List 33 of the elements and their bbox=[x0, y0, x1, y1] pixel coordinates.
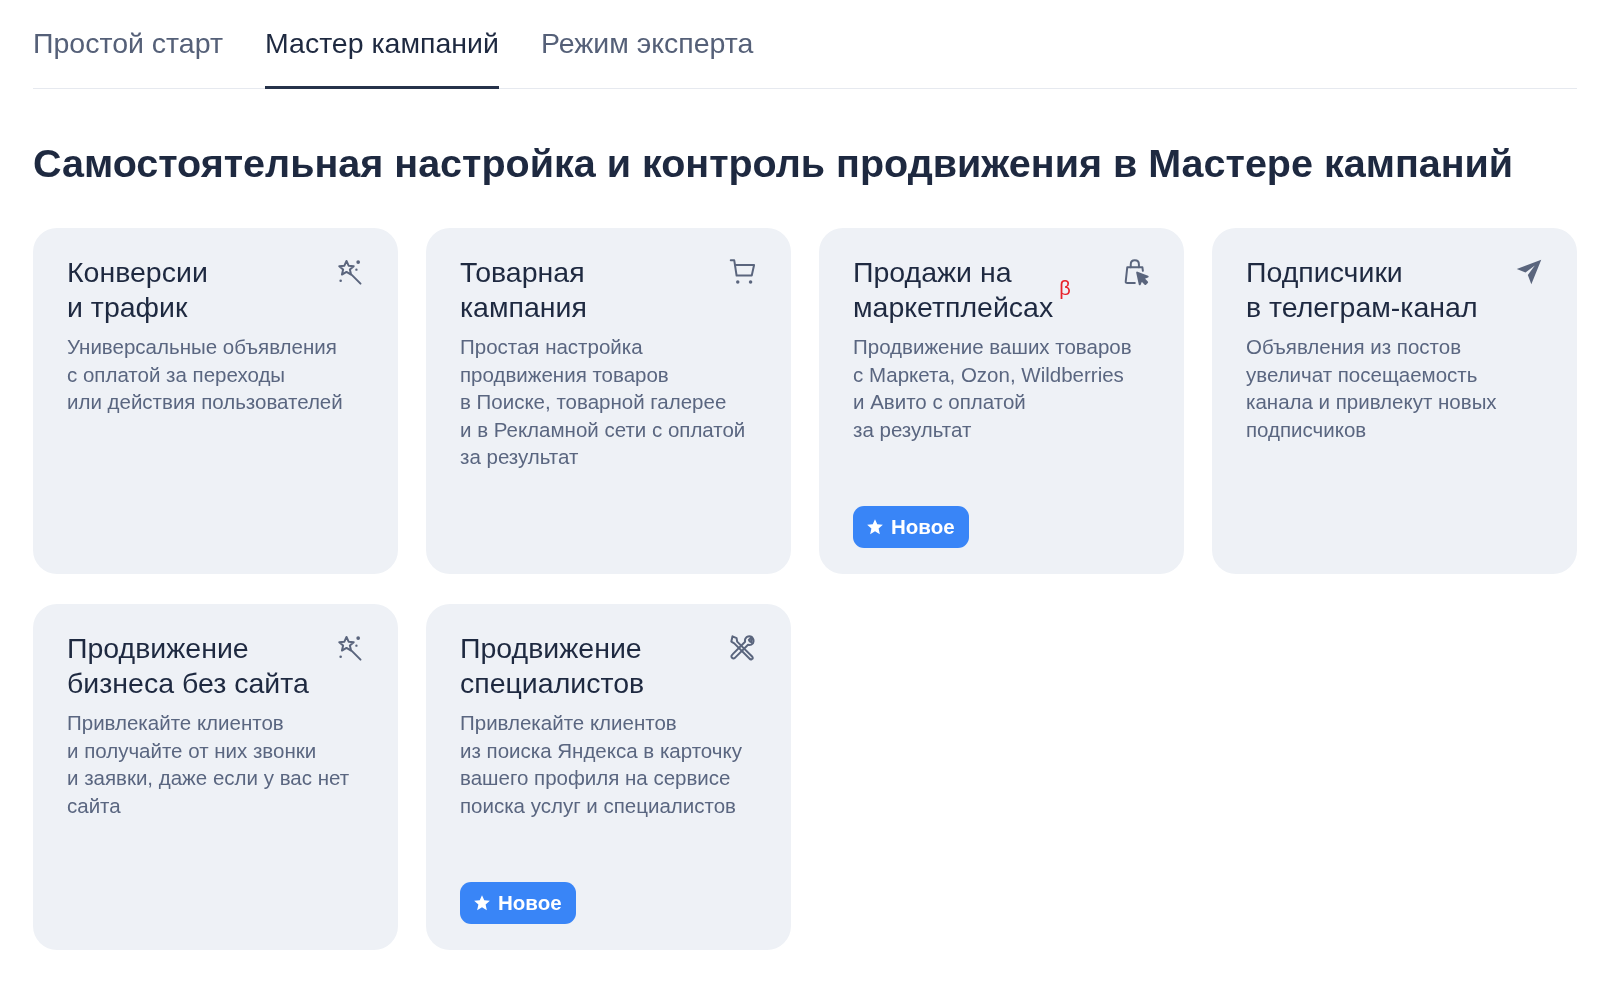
star-icon bbox=[473, 894, 491, 912]
paper-plane-icon bbox=[1515, 258, 1543, 286]
beta-label: β bbox=[1059, 277, 1071, 299]
tab[interactable]: Режим эксперта bbox=[540, 26, 754, 89]
new-badge: Новое bbox=[460, 882, 576, 924]
card-description: Продвижение ваших товаров с Маркета, Ozon, Wildberries и Авито с оплатой за результат bbox=[853, 334, 1133, 443]
shopping-bag-cursor-icon bbox=[1122, 258, 1150, 286]
campaign-card[interactable]: Конверсии и трафик Универсальные объявления с оплатой за переходы или действия пользователей bbox=[33, 228, 398, 574]
tab[interactable]: Простой старт bbox=[33, 26, 223, 89]
card-title: Продвижение бизнеса без сайта bbox=[67, 632, 309, 699]
magic-wand-icon bbox=[336, 258, 364, 286]
shopping-cart-icon bbox=[729, 258, 757, 286]
star-icon bbox=[866, 518, 884, 536]
card-title: Конверсии и трафик bbox=[67, 256, 208, 323]
card-title: Продажи на маркетплейсах bbox=[853, 256, 1054, 323]
card-description: Привлекайте клиентов из поиска Яндекса в карточку вашего профиля на сервисе поиска услуг и специалистов bbox=[460, 710, 743, 819]
card-title: Продвижение специалистов bbox=[460, 632, 645, 699]
campaign-card[interactable]: Подписчики в телеграм-канал Объявления из постов увеличат посещаемость канала и привлекут новых подписчиков bbox=[1212, 228, 1577, 574]
card-description: Привлекайте клиентов и получайте от них звонки и заявки, даже если у вас нет сайта bbox=[67, 710, 351, 819]
campaign-card[interactable]: Продвижение бизнеса без сайта Привлекайте клиентов и получайте от них звонки и заявки, даже если у вас нет сайта bbox=[33, 604, 398, 950]
card-title: Подписчики в телеграм-канал bbox=[1246, 256, 1478, 323]
new-badge: Новое bbox=[853, 506, 969, 548]
campaign-card[interactable]: Товарная кампания Простая настройка продвижения товаров в Поиске, товарной галерее и в Рекламной сети с оплатой за результат bbox=[426, 228, 791, 574]
card-description: Объявления из постов увеличат посещаемость канала и привлекут новых подписчиков bbox=[1246, 334, 1498, 443]
tab[interactable]: Мастер кампаний bbox=[264, 26, 499, 89]
campaign-card[interactable]: Продвижение специалистов Привлекайте клиентов из поиска Яндекса в карточку вашего профиля на сервисе поиска услуг и специалистов Новое bbox=[426, 604, 791, 950]
campaign-card[interactable]: Продажи на маркетплейсах $^{β}$ Продвижение ваших товаров с Маркета, Ozon, Wildberries и Авито с оплатой за результат Новое bbox=[819, 228, 1184, 574]
wrench-screwdriver-icon bbox=[729, 634, 757, 662]
card-description: Простая настройка продвижения товаров в Поиске, товарной галерее и в Рекламной сети с оплатой за результат bbox=[460, 334, 747, 470]
magic-wand-icon bbox=[336, 634, 364, 662]
card-title: Товарная кампания bbox=[460, 256, 587, 323]
page-heading: Самостоятельная настройка и контроль продвижения в Мастере кампаний bbox=[33, 140, 1515, 186]
card-description: Универсальные объявления с оплатой за переходы или действия пользователей bbox=[67, 334, 344, 415]
